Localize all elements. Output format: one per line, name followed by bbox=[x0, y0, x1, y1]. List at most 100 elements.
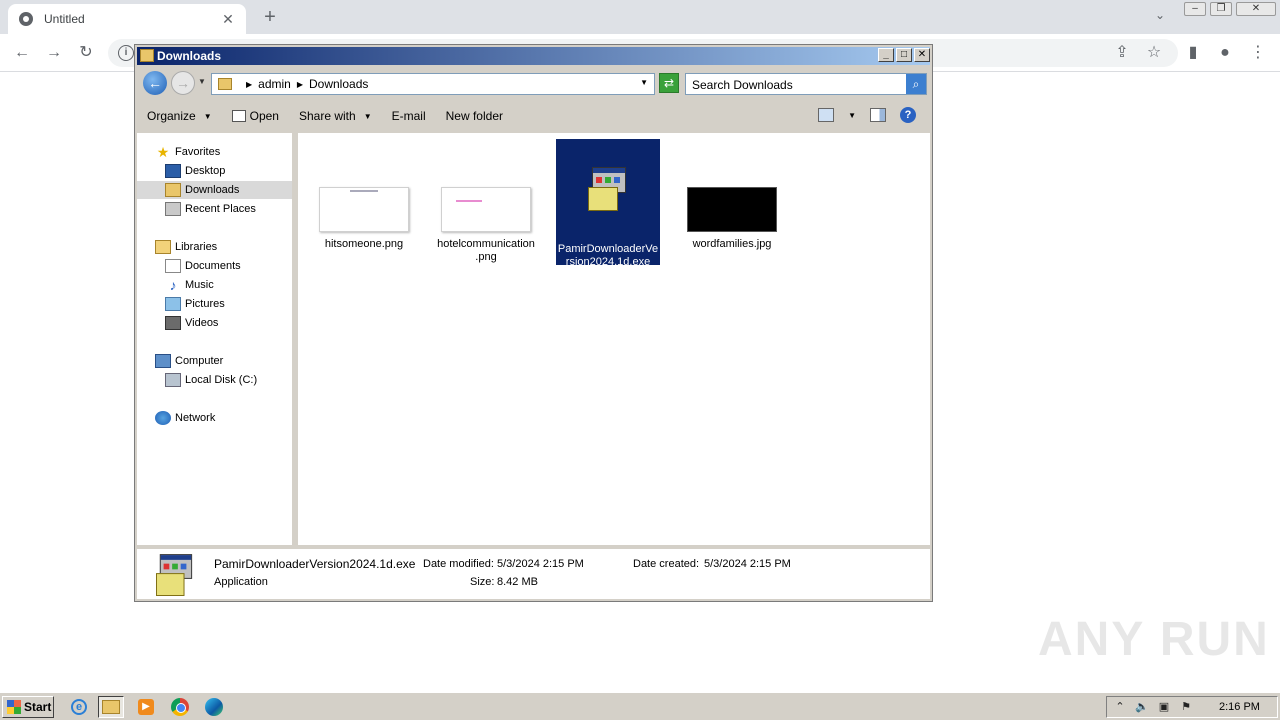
breadcrumb-downloads[interactable]: Downloads bbox=[309, 77, 368, 91]
browser-minimize-button[interactable]: – bbox=[1184, 2, 1206, 16]
nav-local-disk[interactable]: Local Disk (C:) bbox=[165, 371, 257, 389]
taskbar-ie[interactable]: e bbox=[66, 696, 92, 718]
preview-pane-icon[interactable] bbox=[870, 108, 886, 122]
refresh-button[interactable]: ⇄ bbox=[659, 73, 679, 93]
file-item[interactable]: wordfamilies.jpg bbox=[680, 187, 784, 251]
organize-label: Organize bbox=[147, 109, 196, 123]
nav-label: Documents bbox=[185, 260, 241, 272]
internet-explorer-icon: e bbox=[71, 699, 87, 715]
file-item-selected[interactable]: PamirDownloaderVe rsion2024.1d.exe bbox=[556, 139, 660, 268]
address-dropdown-icon[interactable]: ▼ bbox=[640, 78, 648, 87]
nav-label: Computer bbox=[175, 355, 224, 367]
close-button[interactable]: ✕ bbox=[914, 48, 930, 62]
image-thumbnail bbox=[441, 187, 531, 232]
show-hidden-icons-icon[interactable]: ⌃ bbox=[1113, 700, 1127, 714]
clock[interactable]: 2:16 PM bbox=[1219, 701, 1260, 713]
tab-close-icon[interactable]: ✕ bbox=[220, 11, 236, 27]
star-icon: ★ bbox=[156, 144, 170, 160]
details-file-name: PamirDownloaderVersion2024.1d.exe bbox=[214, 557, 416, 571]
nav-label: Videos bbox=[185, 317, 219, 329]
nav-downloads[interactable]: Downloads bbox=[137, 181, 292, 199]
file-name: wordfamilies.jpg bbox=[692, 238, 772, 250]
taskbar-chrome[interactable] bbox=[167, 696, 193, 718]
file-name-line1: PamirDownloaderVe bbox=[557, 243, 659, 255]
volume-icon[interactable]: 🔈 bbox=[1135, 700, 1149, 714]
new-tab-button[interactable]: + bbox=[258, 6, 282, 28]
search-icon[interactable]: ⌕ bbox=[906, 74, 926, 94]
file-list: hitsomeone.png hotelcommunication .png P… bbox=[298, 133, 930, 545]
open-label: Open bbox=[249, 109, 279, 123]
start-button[interactable]: Start bbox=[2, 696, 54, 718]
date-created-value: 5/3/2024 2:15 PM bbox=[704, 558, 791, 570]
back-button[interactable]: ← bbox=[143, 71, 167, 95]
nav-recent-places[interactable]: Recent Places bbox=[165, 200, 256, 218]
back-arrow-icon[interactable]: ← bbox=[10, 41, 34, 65]
open-button[interactable]: Open bbox=[222, 109, 289, 123]
forward-arrow-icon[interactable]: → bbox=[42, 41, 66, 65]
view-options-chevron-icon[interactable]: ▼ bbox=[848, 111, 856, 120]
reload-icon[interactable]: ↻ bbox=[74, 41, 98, 65]
start-label: Start bbox=[24, 700, 52, 714]
size-label: Size: bbox=[470, 576, 495, 588]
bookmark-star-icon[interactable]: ☆ bbox=[1142, 41, 1166, 65]
date-modified-label: Date modified: bbox=[423, 558, 494, 570]
minimize-button[interactable]: _ bbox=[878, 48, 894, 62]
forward-button[interactable]: → bbox=[171, 71, 195, 95]
nav-label: Network bbox=[175, 412, 216, 424]
nav-label: Favorites bbox=[175, 146, 221, 158]
taskbar-explorer[interactable] bbox=[98, 696, 124, 718]
browser-tab[interactable]: Untitled ✕ bbox=[8, 4, 246, 34]
breadcrumb[interactable]: ▶ admin ▶ Downloads ▼ bbox=[211, 73, 655, 95]
nav-network[interactable]: Network bbox=[155, 409, 215, 427]
change-view-icon[interactable] bbox=[818, 108, 835, 122]
nav-computer[interactable]: Computer bbox=[155, 352, 223, 370]
breadcrumb-admin[interactable]: admin bbox=[258, 77, 291, 91]
nav-favorites[interactable]: ★ Favorites bbox=[155, 143, 221, 161]
file-name-line2: rsion2024.1d.exe bbox=[565, 256, 651, 268]
maximize-button[interactable]: □ bbox=[896, 48, 912, 62]
taskbar-media-player[interactable]: ▶ bbox=[133, 696, 159, 718]
nav-libraries[interactable]: Libraries bbox=[155, 238, 217, 256]
recent-places-icon bbox=[165, 202, 181, 216]
side-panel-icon[interactable]: ▮ bbox=[1181, 41, 1205, 65]
taskbar: Start e ▶ ⌃ 🔈 ▣ ⚑ 2:16 PM bbox=[0, 692, 1280, 720]
date-created-label: Date created: bbox=[633, 558, 700, 570]
file-item[interactable]: hotelcommunication .png bbox=[434, 187, 538, 264]
hard-disk-icon bbox=[165, 373, 181, 387]
profile-avatar-icon[interactable]: ● bbox=[1213, 41, 1237, 65]
nav-videos[interactable]: Videos bbox=[165, 314, 218, 332]
tab-search-chevron-icon[interactable]: ⌄ bbox=[1150, 8, 1170, 26]
share-with-button[interactable]: Share with ▼ bbox=[289, 109, 382, 123]
browser-close-button[interactable]: ✕ bbox=[1236, 2, 1276, 16]
file-name-line2: .png bbox=[475, 251, 497, 263]
taskbar-edge[interactable] bbox=[201, 696, 227, 718]
breadcrumb-separator-icon[interactable]: ▶ bbox=[246, 80, 252, 89]
organize-button[interactable]: Organize ▼ bbox=[137, 109, 222, 123]
recent-pages-dropdown-icon[interactable]: ▼ bbox=[198, 77, 206, 86]
size-value: 8.42 MB bbox=[497, 576, 538, 588]
breadcrumb-separator-icon[interactable]: ▶ bbox=[297, 80, 303, 89]
nav-music[interactable]: ♪ Music bbox=[165, 276, 214, 294]
downloads-folder-icon bbox=[165, 183, 181, 197]
site-info-icon[interactable]: i bbox=[118, 45, 134, 61]
nav-desktop[interactable]: Desktop bbox=[165, 162, 225, 180]
new-folder-button[interactable]: New folder bbox=[436, 109, 513, 123]
share-icon[interactable]: ⇪ bbox=[1110, 41, 1134, 65]
email-button[interactable]: E-mail bbox=[382, 109, 436, 123]
file-item[interactable]: hitsomeone.png bbox=[312, 187, 416, 251]
computer-icon bbox=[155, 354, 171, 368]
nav-pictures[interactable]: Pictures bbox=[165, 295, 225, 313]
action-center-flag-icon[interactable]: ⚑ bbox=[1179, 700, 1193, 714]
menu-kebab-icon[interactable]: ⋮ bbox=[1246, 41, 1270, 65]
network-icon bbox=[155, 411, 171, 425]
network-status-icon[interactable]: ▣ bbox=[1157, 700, 1171, 714]
address-toolbar: ← → ▼ ▶ admin ▶ Downloads ▼ ⇄ Search Dow… bbox=[137, 67, 930, 99]
window-titlebar[interactable]: Downloads _ □ ✕ bbox=[137, 47, 930, 65]
open-icon bbox=[231, 110, 246, 122]
help-icon[interactable]: ? bbox=[900, 107, 916, 123]
installer-icon bbox=[586, 167, 630, 213]
browser-restore-button[interactable]: ❐ bbox=[1210, 2, 1232, 16]
nav-documents[interactable]: Documents bbox=[165, 257, 241, 275]
search-input[interactable]: Search Downloads ⌕ bbox=[685, 73, 927, 95]
nav-label: Pictures bbox=[185, 298, 225, 310]
